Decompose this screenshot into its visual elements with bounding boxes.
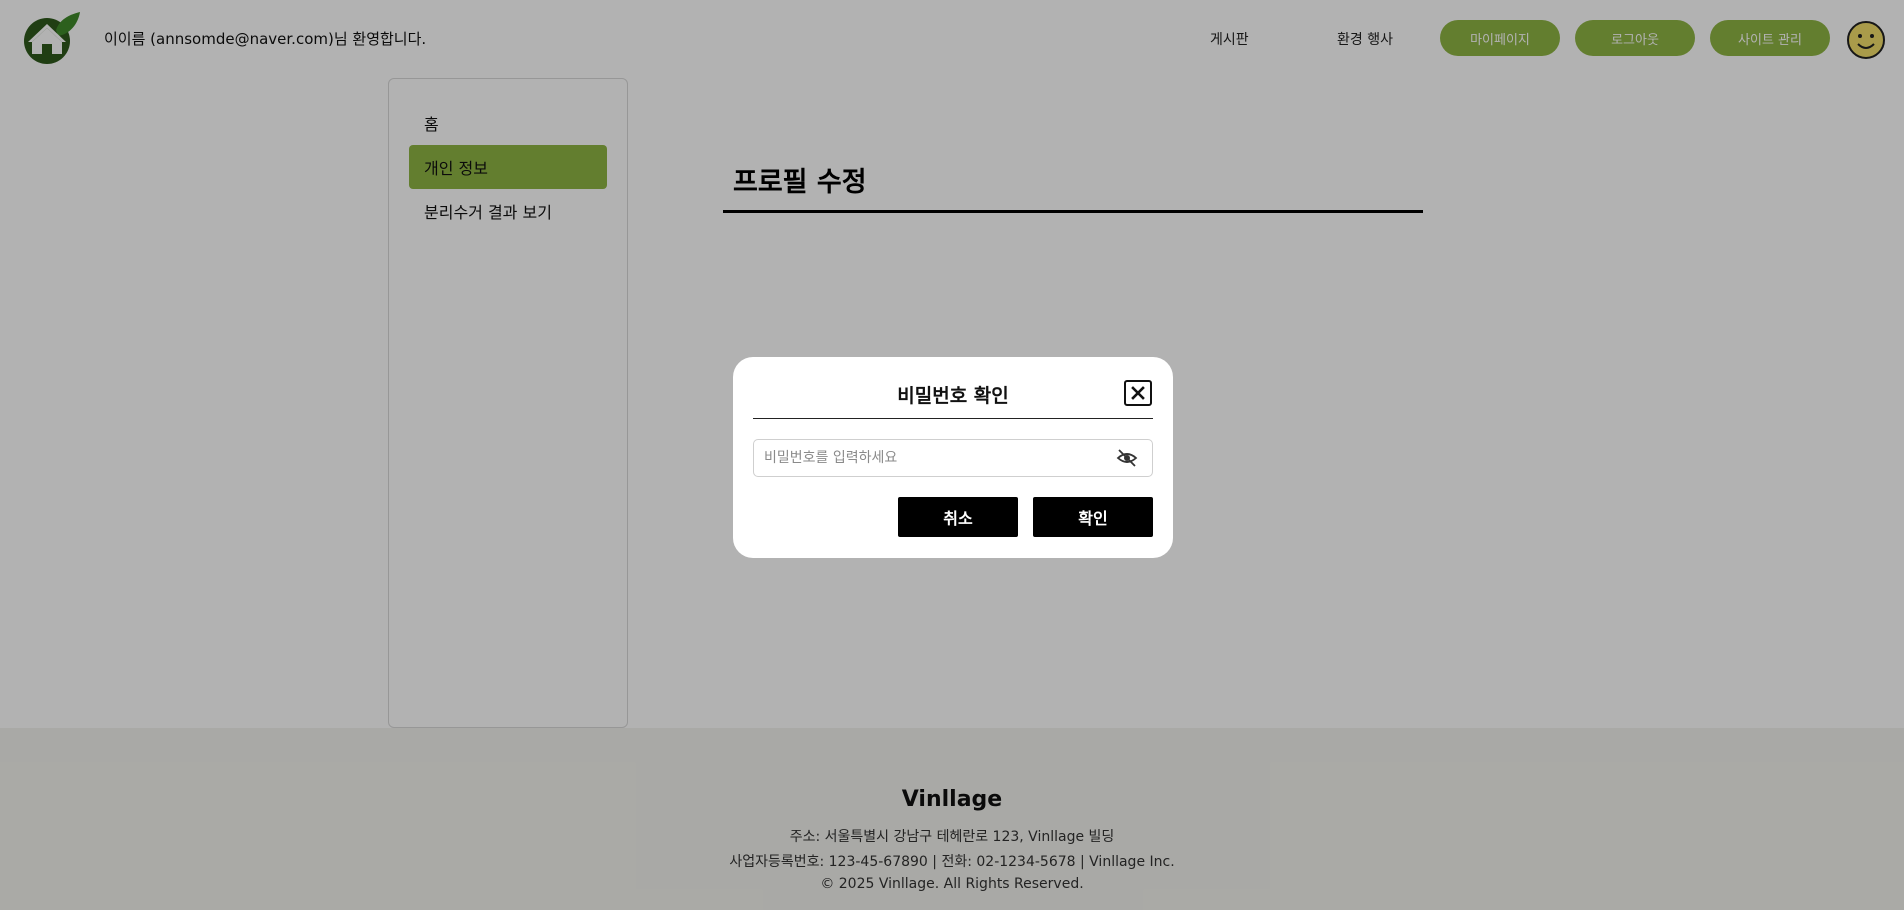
password-confirm-dialog: 비밀번호 확인 취소 확인 <box>733 357 1173 558</box>
confirm-button[interactable]: 확인 <box>1033 497 1153 537</box>
close-icon[interactable] <box>1124 380 1152 406</box>
cancel-button[interactable]: 취소 <box>898 497 1018 537</box>
dialog-title: 비밀번호 확인 <box>897 385 1009 407</box>
password-field-wrapper <box>753 439 1153 477</box>
eye-off-icon[interactable] <box>1116 448 1138 468</box>
password-input[interactable] <box>754 440 1114 476</box>
dialog-divider <box>753 418 1153 419</box>
